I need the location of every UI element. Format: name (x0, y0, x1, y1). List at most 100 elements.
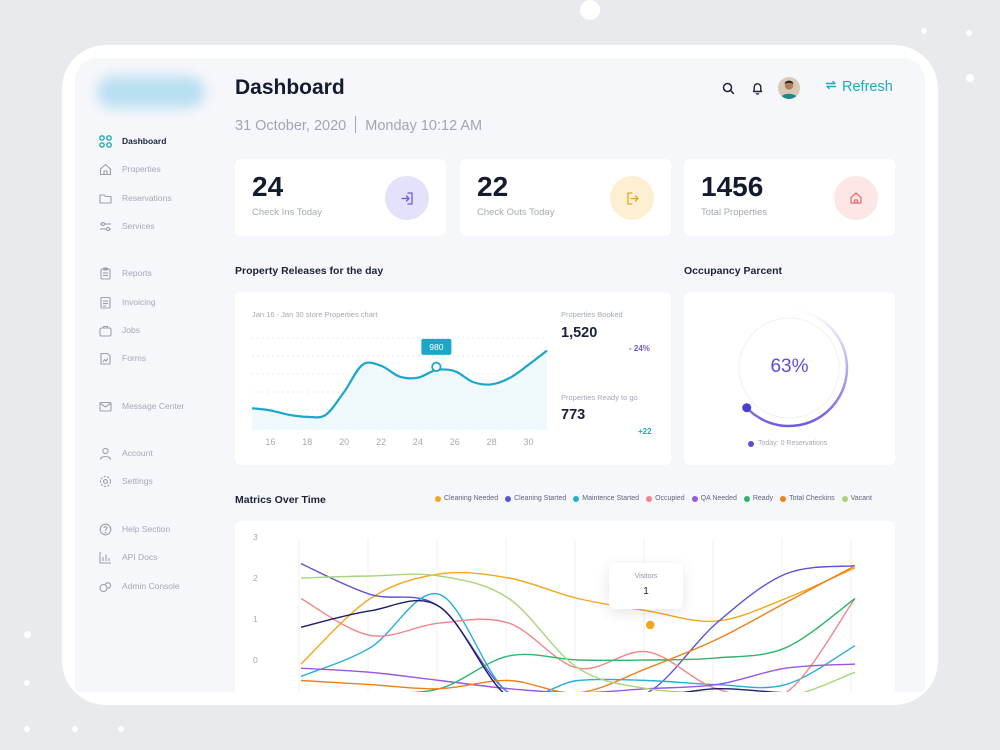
series-line (300, 597, 856, 692)
booked-label: Properties Booked (561, 310, 623, 319)
stat-card-check-ins: 24 Check Ins Today (235, 159, 446, 236)
decorative-dot (24, 726, 30, 732)
gauge-end-dot (742, 403, 752, 413)
y-tick-label: 0 (253, 655, 258, 665)
folder-icon (99, 192, 112, 205)
legend-label: Maintence Started (582, 495, 640, 502)
sidebar-item-label: Forms (122, 353, 147, 363)
x-tick-label: 22 (376, 437, 386, 447)
sidebar-item-dashboard[interactable]: Dashboard (99, 132, 166, 150)
login-icon[interactable] (385, 176, 429, 220)
legend-item[interactable]: Maintence Started (573, 495, 639, 502)
occupancy-legend-label: Today: 0 Reservations (758, 440, 828, 447)
dashboard-screen: Dashboard Properties Reservations Servic… (75, 58, 925, 692)
legend-item[interactable]: Cleaning Started (505, 495, 566, 502)
legend-item[interactable]: Cleaning Needed (435, 495, 498, 502)
legend-item[interactable]: Ready (743, 495, 773, 502)
sidebar-item-invoicing[interactable]: Invoicing (99, 293, 156, 311)
sidebar-item-label: Jobs (122, 325, 140, 335)
metrics-title: Matrics Over Time (235, 494, 326, 506)
avatar[interactable] (778, 77, 800, 99)
legend-dot (435, 495, 441, 502)
sidebar-item-api-docs[interactable]: API Docs (99, 548, 157, 566)
legend-label: Cleaning Needed (444, 495, 499, 502)
admin-icon (99, 580, 112, 593)
ready-label: Properties Ready to go (561, 393, 638, 402)
sidebar-item-label: Properties (122, 164, 161, 174)
date-separator (355, 116, 357, 133)
gear-icon (99, 475, 112, 488)
releases-card: Jan 16 - Jan 30 store Properties chart 1… (235, 292, 671, 465)
invoice-icon (99, 296, 112, 309)
search-icon[interactable] (720, 80, 736, 96)
series-line (300, 567, 856, 665)
sidebar-item-label: Dashboard (122, 136, 167, 146)
logout-icon[interactable] (610, 176, 654, 220)
x-tick-label: 30 (524, 437, 534, 447)
visitors-tooltip: Visitors 1 (609, 563, 683, 609)
stat-value: 22 (477, 171, 509, 202)
booked-value: 1,520 (561, 325, 598, 341)
sidebar-item-jobs[interactable]: Jobs (99, 321, 140, 339)
stat-value: 1456 (701, 171, 764, 202)
sidebar-item-help-section[interactable]: Help Section (99, 520, 170, 538)
page-title: Dashboard (235, 76, 345, 99)
stat-label: Check Ins Today (252, 207, 323, 218)
legend-label: Cleaning Started (514, 495, 567, 502)
legend-item[interactable]: QA Needed (691, 495, 737, 502)
sidebar-item-settings[interactable]: Settings (99, 472, 153, 490)
home-icon (99, 163, 112, 176)
sidebar-item-admin-console[interactable]: Admin Console (99, 577, 180, 595)
x-tick-label: 18 (302, 437, 312, 447)
decorative-dot (921, 28, 927, 34)
x-tick-label: 20 (339, 437, 349, 447)
refresh-icon (825, 79, 842, 95)
stat-card-total-properties: 1456 Total Properties (684, 159, 895, 236)
series-line (300, 599, 784, 692)
legend-dot (505, 495, 512, 502)
legend-label: Occupied (655, 495, 685, 502)
refresh-label: Refresh (842, 79, 893, 95)
sidebar-item-message-center[interactable]: Message Center (99, 397, 184, 415)
sidebar-item-properties[interactable]: Properties (99, 160, 161, 178)
sidebar-item-label: Invoicing (122, 297, 156, 307)
grid-icon (99, 134, 112, 148)
sidebar-item-label: Account (122, 448, 153, 458)
sidebar-item-services[interactable]: Services (99, 217, 155, 235)
sidebar-item-reports[interactable]: Reports (99, 264, 152, 282)
decorative-dot (72, 726, 78, 732)
sidebar-item-reservations[interactable]: Reservations (99, 189, 172, 207)
refresh-button[interactable]: Refresh (825, 79, 893, 95)
series-line (300, 562, 856, 692)
legend-item[interactable]: Vacant (841, 495, 872, 502)
metrics-card: 3 2 1 0 Visitors 1 (235, 521, 895, 692)
decorative-dot (24, 631, 31, 638)
bell-icon[interactable] (749, 80, 765, 96)
metrics-legend: Cleaning Needed Cleaning Started Mainten… (435, 495, 879, 502)
highlight-point (644, 619, 656, 631)
stat-label: Total Properties (701, 207, 768, 218)
sidebar-item-label: API Docs (122, 552, 158, 562)
x-tick-label: 26 (450, 437, 460, 447)
sidebar-item-label: Message Center (122, 401, 185, 411)
x-tick-label: 16 (265, 437, 275, 447)
x-tick-label: 28 (487, 437, 497, 447)
legend-label: QA Needed (700, 495, 737, 502)
occupancy-legend: Today: 0 Reservations (748, 440, 827, 447)
tooltip-value: 1 (643, 586, 649, 597)
decorative-dot (24, 680, 30, 686)
sliders-icon (99, 220, 112, 233)
releases-title: Property Releases for the day (235, 265, 384, 277)
legend-item[interactable]: Total Checkins (780, 495, 835, 502)
legend-item[interactable]: Occupied (646, 495, 685, 502)
sidebar-item-account[interactable]: Account (99, 444, 153, 462)
ready-value: 773 (561, 407, 586, 423)
home-icon[interactable] (834, 176, 878, 220)
logo (97, 76, 205, 108)
help-icon (99, 523, 112, 536)
sidebar-item-forms[interactable]: Forms (99, 349, 146, 367)
bar-chart-icon (99, 551, 112, 564)
highlight-label: 980 (429, 342, 443, 352)
decorative-dot (966, 30, 972, 36)
user-icon (99, 447, 112, 460)
